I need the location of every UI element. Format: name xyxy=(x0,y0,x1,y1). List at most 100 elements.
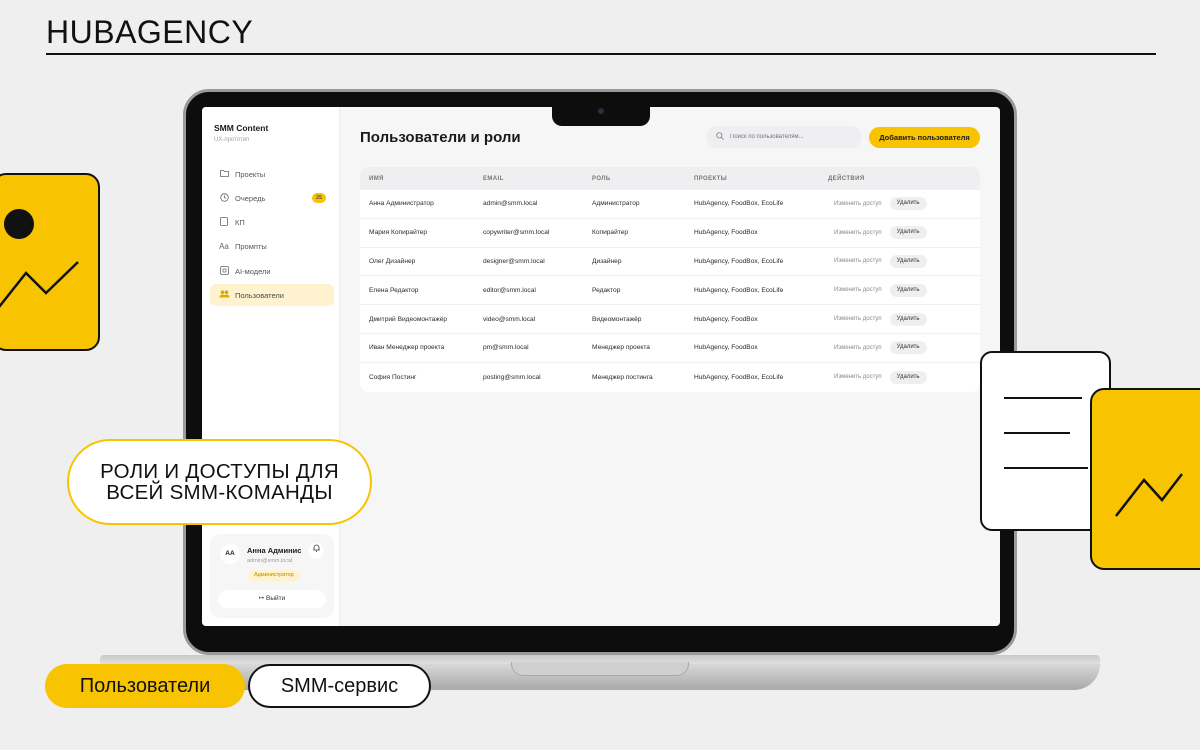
laptop-trackpad-notch xyxy=(511,662,689,676)
sidebar-nav: Проекты Очередь 25 КП Aa Промпты AI-моде… xyxy=(210,163,334,309)
users-table: ИМЯ EMAIL РОЛЬ ПРОЕКТЫ ДЕЙСТВИЯ Анна Адм… xyxy=(360,167,980,392)
cell-projects: HubAgency, FoodBox, EcoLife xyxy=(694,200,784,208)
cell-projects: HubAgency, FoodBox, EcoLife xyxy=(694,373,784,381)
table-row: Елена Редактор editor@smm.local Редактор… xyxy=(360,276,980,306)
app-title: SMM Content xyxy=(214,123,269,133)
cell-role: Редактор xyxy=(592,286,621,294)
column-header-name: ИМЯ xyxy=(369,175,384,182)
cell-actions: Изменить доступ Удалить xyxy=(828,283,980,297)
cell-email: video@smm.local xyxy=(483,315,536,323)
table-row: Анна Администратор admin@smm.local Админ… xyxy=(360,190,980,219)
sidebar-item-label: Очередь xyxy=(235,193,266,203)
cell-name: Иван Менеджер проекта xyxy=(369,344,445,352)
table-row: Мария Копирайтер copywriter@smm.local Ко… xyxy=(360,219,980,248)
cell-projects: HubAgency, FoodBox, EcoLife xyxy=(694,257,784,265)
cell-role: Копирайтер xyxy=(592,229,629,237)
cell-actions: Изменить доступ Удалить xyxy=(828,341,980,355)
cell-email: pm@smm.local xyxy=(483,344,529,352)
brand-logo: HUBAGENCY xyxy=(46,14,254,50)
cell-role: Менеджер проекта xyxy=(592,344,650,352)
edit-access-button[interactable]: Изменить доступ xyxy=(834,345,882,351)
search-input[interactable] xyxy=(730,134,855,140)
folder-icon xyxy=(218,169,230,179)
search-box[interactable] xyxy=(706,126,862,148)
delete-button[interactable]: Удалить xyxy=(889,197,927,211)
column-header-projects: ПРОЕКТЫ xyxy=(694,175,728,182)
cell-name: Анна Администратор xyxy=(369,200,434,208)
search-icon xyxy=(716,132,724,142)
chart-image-icon xyxy=(1090,388,1200,570)
table-row: Иван Менеджер проекта pm@smm.local Менед… xyxy=(360,334,980,363)
app-screen: SMM Content UX-прототип Проекты Очередь … xyxy=(202,107,1000,626)
edit-access-button[interactable]: Изменить доступ xyxy=(834,316,882,322)
cell-name: София Постинг xyxy=(369,373,417,381)
sidebar-item-label: Пользователи xyxy=(235,290,284,300)
cell-projects: HubAgency, FoodBox xyxy=(694,315,758,323)
cell-email: designer@smm.local xyxy=(483,257,545,265)
delete-button[interactable]: Удалить xyxy=(889,283,927,297)
camera-icon xyxy=(598,108,604,114)
delete-button[interactable]: Удалить xyxy=(889,226,927,240)
sidebar: SMM Content UX-прототип Проекты Очередь … xyxy=(202,107,340,626)
text-icon: Aa xyxy=(219,242,229,252)
doc-line xyxy=(1004,397,1082,399)
column-header-role: РОЛЬ xyxy=(592,175,611,182)
cell-email: editor@smm.local xyxy=(483,286,536,294)
edit-access-button[interactable]: Изменить доступ xyxy=(834,287,882,293)
sidebar-item-label: Промпты xyxy=(235,242,267,252)
cell-name: Олег Дизайнер xyxy=(369,257,416,265)
sidebar-item-projects[interactable]: Проекты xyxy=(210,163,334,185)
clock-icon xyxy=(218,193,230,204)
column-header-email: EMAIL xyxy=(483,175,504,182)
cell-name: Дмитрий Видеомонтажёр xyxy=(369,315,448,323)
logout-button[interactable]: ↦ Выйти xyxy=(218,590,326,608)
logout-label: Выйти xyxy=(266,595,286,602)
delete-button[interactable]: Удалить xyxy=(889,370,927,384)
sidebar-item-label: AI-модели xyxy=(235,266,271,276)
sidebar-item-users[interactable]: Пользователи xyxy=(210,284,334,307)
add-user-button[interactable]: Добавить пользователя xyxy=(869,127,980,148)
cell-name: Елена Редактор xyxy=(369,286,419,294)
cell-actions: Изменить доступ Удалить xyxy=(828,254,980,268)
edit-access-button[interactable]: Изменить доступ xyxy=(834,374,882,380)
table-row: Дмитрий Видеомонтажёр video@smm.local Ви… xyxy=(360,305,980,334)
edit-access-button[interactable]: Изменить доступ xyxy=(834,230,882,236)
camera-notch xyxy=(552,104,650,126)
sidebar-item-kp[interactable]: КП xyxy=(210,212,334,234)
cell-role: Менеджер постинга xyxy=(592,373,653,381)
page-title: Пользователи и роли xyxy=(360,129,521,146)
table-row: Олег Дизайнер designer@smm.local Дизайне… xyxy=(360,248,980,277)
edit-access-button[interactable]: Изменить доступ xyxy=(834,201,882,207)
column-header-actions: ДЕЙСТВИЯ xyxy=(828,175,865,182)
users-icon xyxy=(218,290,230,300)
delete-button[interactable]: Удалить xyxy=(889,341,927,355)
tag-smm-service: SMM-сервис xyxy=(248,664,431,708)
avatar: AA xyxy=(220,544,240,564)
cell-projects: HubAgency, FoodBox, EcoLife xyxy=(694,286,784,294)
current-user-name: Анна Админис xyxy=(247,546,302,555)
table-row: София Постинг posting@smm.local Менеджер… xyxy=(360,363,980,392)
current-user-email: admin@smm.local xyxy=(247,558,293,564)
cell-role: Администратор xyxy=(592,200,640,208)
sidebar-item-label: Проекты xyxy=(235,169,266,179)
cell-email: admin@smm.local xyxy=(483,200,538,208)
cell-projects: HubAgency, FoodBox xyxy=(694,229,758,237)
sidebar-item-queue[interactable]: Очередь 25 xyxy=(210,187,334,209)
bell-icon[interactable] xyxy=(308,543,324,559)
delete-button[interactable]: Удалить xyxy=(889,254,927,268)
cell-actions: Изменить доступ Удалить xyxy=(828,312,980,326)
cell-role: Дизайнер xyxy=(592,257,622,265)
delete-button[interactable]: Удалить xyxy=(889,312,927,326)
cell-actions: Изменить доступ Удалить xyxy=(828,197,980,211)
cell-actions: Изменить доступ Удалить xyxy=(828,370,980,384)
sidebar-item-prompts[interactable]: Aa Промпты xyxy=(210,236,334,258)
header-divider xyxy=(46,53,1156,55)
edit-access-button[interactable]: Изменить доступ xyxy=(834,258,882,264)
cell-actions: Изменить доступ Удалить xyxy=(828,226,980,240)
image-placeholder-icon xyxy=(0,173,100,351)
sidebar-item-ai-models[interactable]: AI-модели xyxy=(210,260,334,282)
chip-icon xyxy=(218,265,230,277)
cell-projects: HubAgency, FoodBox xyxy=(694,344,758,352)
queue-count-badge: 25 xyxy=(312,193,326,204)
current-user-card: AA Анна Админис admin@smm.local Админист… xyxy=(210,534,334,618)
